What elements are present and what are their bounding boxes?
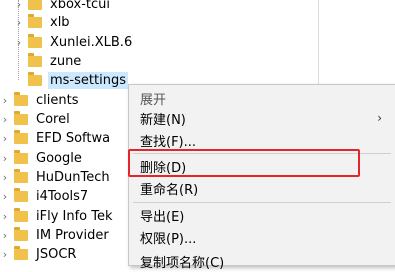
chevron-right-icon[interactable]: ›	[0, 113, 10, 126]
folder-icon	[14, 187, 28, 202]
tree-node[interactable]: › clients	[0, 90, 80, 110]
menu-item-copy-key-name[interactable]: 复制项名称(C)	[129, 250, 395, 272]
tree-node[interactable]: › EFD Softwa	[0, 128, 112, 148]
tree-node-label: i4Tools7	[36, 188, 89, 204]
menu-item-new[interactable]: 新建(N) ›	[129, 107, 395, 129]
folder-icon	[14, 149, 28, 164]
tree-node[interactable]: › i4Tools7	[0, 186, 90, 206]
folder-icon	[28, 13, 42, 28]
chevron-right-icon[interactable]: ›	[0, 229, 10, 242]
menu-item-find[interactable]: 查找(F)...	[129, 129, 395, 151]
tree-node-label: iFly Info Tek	[36, 208, 113, 224]
menu-item-export[interactable]: 导出(E)	[129, 204, 395, 226]
chevron-right-icon[interactable]: ›	[14, 16, 24, 29]
tree-node-label: Google	[36, 150, 82, 166]
menu-item-permissions[interactable]: 权限(P)...	[129, 226, 395, 248]
folder-icon	[28, 0, 42, 10]
chevron-right-icon[interactable]: ›	[14, 36, 24, 49]
menu-item-expand[interactable]: 展开	[129, 87, 395, 109]
chevron-right-icon[interactable]: ›	[0, 210, 10, 223]
tree-node-label: ms-settings	[48, 71, 128, 89]
folder-icon	[14, 168, 28, 183]
folder-icon	[14, 110, 28, 125]
tree-node[interactable]: › HuDunTech	[0, 167, 112, 187]
menu-item-label: 查找(F)...	[140, 134, 197, 150]
tree-node-label: IM Provider	[36, 227, 109, 243]
menu-item-label: 复制项名称(C)	[140, 255, 225, 271]
tree-node-label: xbox-tcui	[50, 0, 110, 12]
tree-node-label: EFD Softwa	[36, 130, 111, 146]
tree-node-label: zune	[50, 53, 82, 69]
folder-icon	[14, 91, 28, 106]
folder-icon	[28, 52, 42, 67]
folder-icon	[28, 33, 42, 48]
chevron-right-icon[interactable]: ›	[0, 94, 10, 107]
menu-item-label: 展开	[140, 92, 167, 108]
submenu-arrow-icon: ›	[377, 111, 382, 125]
chevron-right-icon[interactable]: ›	[0, 190, 10, 203]
tree-node[interactable]: › xlb	[14, 12, 72, 32]
tree-node[interactable]: › iFly Info Tek	[0, 206, 115, 226]
tree-node[interactable]: › JSOCR	[0, 244, 78, 264]
tree-node-label: clients	[36, 92, 79, 108]
tree-node[interactable]: › Corel	[0, 109, 72, 129]
folder-icon	[14, 129, 28, 144]
annotation-highlight-box	[128, 149, 360, 177]
chevron-right-icon[interactable]: ›	[0, 171, 10, 184]
tree-node-label: HuDunTech	[36, 169, 110, 185]
menu-item-rename[interactable]: 重命名(R)	[129, 177, 395, 199]
tree-node[interactable]: › IM Provider	[0, 225, 111, 245]
tree-node[interactable]: › Google	[0, 148, 84, 168]
tree-node[interactable]: › Xunlei.XLB.6	[14, 32, 134, 52]
menu-item-label: 新建(N)	[140, 112, 186, 128]
tree-node-label: Corel	[36, 111, 70, 127]
menu-separator	[133, 202, 391, 203]
menu-item-label: 重命名(R)	[140, 182, 199, 198]
tree-node[interactable]: zune	[14, 51, 83, 71]
folder-icon	[14, 226, 28, 241]
folder-icon	[28, 71, 42, 86]
tree-node-label: Xunlei.XLB.6	[50, 34, 133, 50]
folder-icon	[14, 245, 28, 260]
chevron-right-icon[interactable]: ›	[0, 132, 10, 145]
menu-item-label: 导出(E)	[140, 209, 185, 225]
menu-item-label: 权限(P)...	[140, 231, 197, 247]
chevron-right-icon[interactable]: ›	[14, 0, 24, 11]
chevron-right-icon[interactable]: ›	[0, 248, 10, 261]
chevron-right-icon[interactable]: ›	[0, 152, 10, 165]
tree-node-selected[interactable]: ms-settings	[14, 70, 128, 90]
folder-icon	[14, 207, 28, 222]
tree-node-label: xlb	[50, 14, 70, 30]
